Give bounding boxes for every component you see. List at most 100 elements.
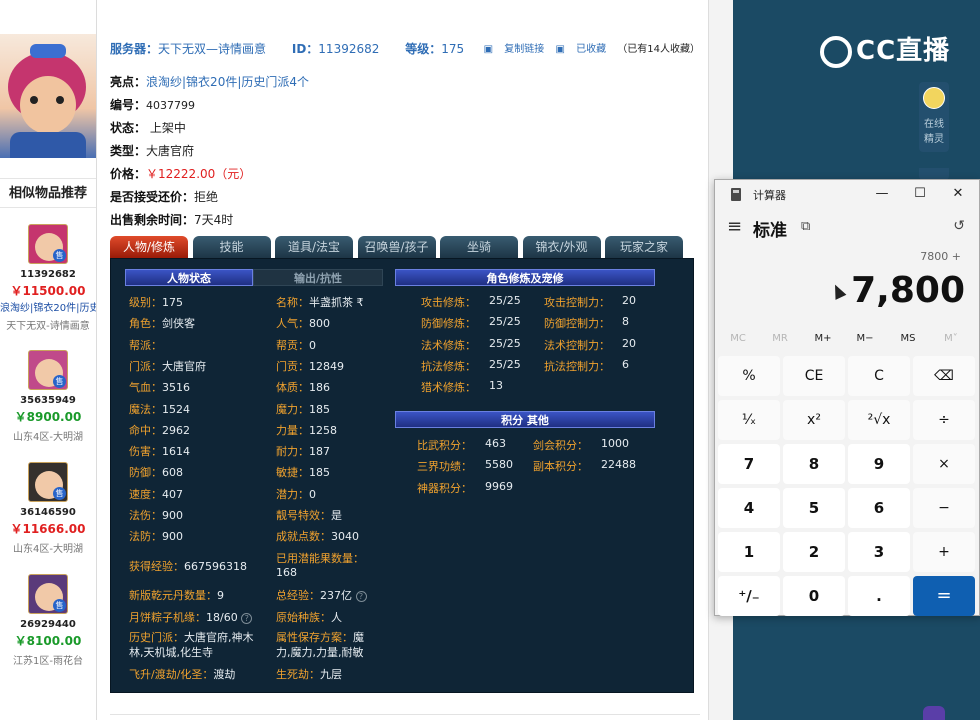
similar-item[interactable]: 售 36146590 ￥11666.00 山东4区-大明湖 xyxy=(0,462,96,555)
keep-on-top-icon[interactable]: ⧉ xyxy=(801,219,810,234)
history-icon[interactable]: ↺ xyxy=(953,218,965,234)
similar-item-highlights[interactable]: 浪淘纱|锦衣20件|历史门派 xyxy=(0,299,96,314)
similar-item-thumbnail[interactable]: 售 xyxy=(28,462,68,502)
sale-tag-icon: 售 xyxy=(53,487,66,500)
copy-link-button[interactable]: ▣ 复制链接 xyxy=(484,44,545,55)
calc-key-1-2[interactable]: ²√x xyxy=(848,400,910,440)
tab-1[interactable]: 技能 xyxy=(192,236,271,258)
calc-key-1-0[interactable]: ¹⁄ₓ xyxy=(718,400,780,440)
calculator-titlebar[interactable]: 计算器 — ☐ ✕ xyxy=(715,180,979,208)
minimize-button[interactable]: — xyxy=(867,183,897,205)
calc-key-2-0[interactable]: 7 xyxy=(718,444,780,484)
online-elf-widget[interactable]: 在线 精灵 xyxy=(919,82,949,152)
tab-4[interactable]: 坐骑 xyxy=(440,236,518,258)
calc-key-0-3[interactable]: ⌫ xyxy=(913,356,975,396)
calc-key-4-2[interactable]: 3 xyxy=(848,532,910,572)
stat-label: 防御修炼： xyxy=(421,317,476,331)
tab-3[interactable]: 召唤兽/孩子 xyxy=(357,236,436,258)
calc-key-2-1[interactable]: 8 xyxy=(783,444,845,484)
memory-button-0[interactable]: MC xyxy=(718,333,758,344)
favorite-button[interactable]: ▣ 已收藏 xyxy=(555,44,606,55)
help-icon[interactable]: ? xyxy=(241,612,253,624)
save-plan-value-1: 魔 xyxy=(353,631,364,644)
calc-key-4-1[interactable]: 2 xyxy=(783,532,845,572)
calc-key-1-3[interactable]: ÷ xyxy=(913,400,975,440)
help-icon[interactable]: ? xyxy=(355,590,367,602)
exp-label: 获得经验： xyxy=(129,560,184,573)
section-output-resistance[interactable]: 输出/抗性 xyxy=(253,269,383,286)
status-value: 上架中 xyxy=(149,121,186,135)
similar-item[interactable]: 售 35635949 ￥8900.00 山东4区-大明湖 xyxy=(0,350,96,443)
similar-item-id: 11392682 xyxy=(20,269,76,280)
calc-key-5-1[interactable]: 0 xyxy=(783,576,845,616)
stat-row: 人气：800 xyxy=(276,315,330,331)
calc-key-3-3[interactable]: − xyxy=(913,488,975,528)
memory-button-1[interactable]: MR xyxy=(760,333,800,344)
memory-button-5[interactable]: M˅ xyxy=(931,333,971,344)
similar-item[interactable]: 售 26929440 ￥8100.00 江苏1区-雨花台 xyxy=(0,574,96,667)
calc-key-3-1[interactable]: 5 xyxy=(783,488,845,528)
memory-button-3[interactable]: M− xyxy=(845,333,885,344)
time-left-value: 7天4时 xyxy=(194,213,234,227)
stream-widget-icon[interactable] xyxy=(923,706,945,720)
stat-row: 防御：608 xyxy=(129,464,183,480)
close-button[interactable]: ✕ xyxy=(943,183,973,205)
similar-item-price: ￥11500.00 xyxy=(10,284,86,298)
level-label: 等级： xyxy=(405,42,442,56)
calc-key-1-1[interactable]: x² xyxy=(783,400,845,440)
similar-item-thumbnail[interactable]: 售 xyxy=(28,350,68,390)
stat-label: 攻击修炼： xyxy=(421,296,476,309)
calc-key-4-3[interactable]: + xyxy=(913,532,975,572)
stat-value: 185 xyxy=(309,466,330,480)
highlights-row: 亮点：浪淘纱|锦衣20件|历史门派4个 xyxy=(110,73,309,90)
maximize-button[interactable]: ☐ xyxy=(905,183,935,205)
memory-button-2[interactable]: M+ xyxy=(803,333,843,344)
calc-key-0-2[interactable]: C xyxy=(848,356,910,396)
tab-2[interactable]: 道具/法宝 xyxy=(275,236,353,258)
similar-item-thumbnail[interactable]: 售 xyxy=(28,574,68,614)
calc-key-2-3[interactable]: × xyxy=(913,444,975,484)
highlights-value[interactable]: 浪淘纱|锦衣20件|历史门派4个 xyxy=(146,75,309,89)
stat-value: 3516 xyxy=(162,381,190,395)
history-label: 历史门派： xyxy=(129,631,184,644)
similar-item-price: ￥11666.00 xyxy=(10,522,86,536)
online-elf-label-1: 在线 xyxy=(924,119,944,130)
calc-key-0-0[interactable]: % xyxy=(718,356,780,396)
similar-item[interactable]: 售 11392682 ￥11500.00浪淘纱|锦衣20件|历史门派天下无双-诗情画… xyxy=(0,224,96,332)
section-character-status[interactable]: 人物状态 xyxy=(125,269,253,286)
stat-value: 463 xyxy=(485,437,506,450)
stat-value: 186 xyxy=(309,381,330,395)
stat-value: 12849 xyxy=(309,359,344,373)
hamburger-menu-icon[interactable]: ≡ xyxy=(727,216,742,237)
calc-key-3-2[interactable]: 6 xyxy=(848,488,910,528)
memory-button-4[interactable]: MS xyxy=(888,333,928,344)
stat-label: 速度： xyxy=(129,487,162,501)
stat-row: 门派：大唐官府 xyxy=(129,358,206,374)
price-value: ￥12222.00（元） xyxy=(146,167,252,181)
similar-item-thumbnail[interactable]: 售 xyxy=(28,224,68,264)
calc-key-3-0[interactable]: 4 xyxy=(718,488,780,528)
qianyuan-value: 9 xyxy=(217,589,224,602)
tab-5[interactable]: 锦衣/外观 xyxy=(522,236,601,258)
stat-value: 剑侠客 xyxy=(162,317,195,331)
online-elf-label-2: 精灵 xyxy=(924,134,944,145)
stat-value: 0 xyxy=(309,487,316,501)
stat-value: 900 xyxy=(162,530,183,544)
calc-key-2-2[interactable]: 9 xyxy=(848,444,910,484)
qianneng-row: 已用潜能果数量： 168 xyxy=(276,550,364,579)
calc-key-0-1[interactable]: CE xyxy=(783,356,845,396)
stat-row: 抗法修炼： 25/25 xyxy=(421,358,521,374)
calc-key-5-0[interactable]: ⁺∕₋ xyxy=(718,576,780,616)
qianyuan-row: 新版乾元丹数量：9 xyxy=(129,587,224,603)
price-label: 价格： xyxy=(110,167,147,181)
tab-6[interactable]: 玩家之家 xyxy=(605,236,683,258)
calc-key-4-0[interactable]: 1 xyxy=(718,532,780,572)
calc-key-5-2[interactable]: . xyxy=(848,576,910,616)
stat-row: 帮派： xyxy=(129,337,162,353)
stat-label: 门贡： xyxy=(276,359,309,373)
tab-0[interactable]: 人物/修炼 xyxy=(110,236,188,258)
stat-row: 神器积分： 9969 xyxy=(417,480,513,496)
level-value: 175 xyxy=(441,42,465,56)
type-row: 类型：大唐官府 xyxy=(110,142,194,159)
calc-key-5-3[interactable]: = xyxy=(913,576,975,616)
